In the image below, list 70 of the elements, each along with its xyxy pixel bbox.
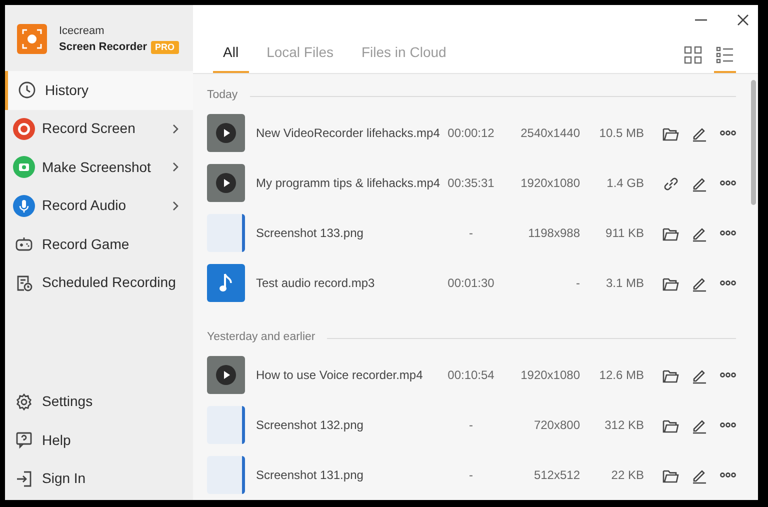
scrollbar[interactable] (751, 80, 756, 205)
sidebar-item[interactable]: Scheduled Recording (5, 264, 193, 302)
video-thumbnail[interactable] (207, 356, 245, 394)
more-icon[interactable] (720, 472, 736, 478)
resolution: - (575, 275, 580, 292)
file-name[interactable]: Screenshot 131.png (256, 466, 436, 484)
pro-badge: PRO (151, 40, 179, 54)
music-note-icon (219, 272, 233, 294)
audio-thumbnail[interactable] (207, 264, 245, 302)
file-size: 312 KB (604, 417, 644, 434)
duration: 00:01:30 (446, 275, 496, 292)
resolution: 1920x1080 (520, 367, 580, 384)
close-icon[interactable] (736, 13, 750, 27)
file-name[interactable]: How to use Voice recorder.mp4 (256, 366, 436, 384)
sidebar-item[interactable]: Record Game (5, 225, 193, 264)
sidebar-item[interactable]: Sign In (5, 460, 193, 498)
more-icon[interactable] (720, 422, 736, 428)
group-heading: Today (207, 88, 238, 104)
file-name[interactable]: Screenshot 132.png (256, 416, 436, 434)
gamepad-icon (15, 235, 33, 254)
sidebar-item[interactable]: Help (5, 421, 193, 460)
microphone-icon (13, 194, 35, 217)
more-icon[interactable] (720, 230, 736, 236)
resolution: 2540x1440 (520, 125, 580, 142)
more-icon[interactable] (720, 130, 736, 136)
screenshot-thumbnail[interactable] (207, 406, 245, 444)
play-icon (216, 123, 236, 143)
sidebar-item[interactable]: History (5, 71, 193, 110)
app-logo-icon (17, 24, 47, 54)
duration: - (468, 225, 474, 242)
video-thumbnail[interactable] (207, 164, 245, 202)
clipboard-clock-icon (15, 274, 33, 292)
duration: - (468, 417, 474, 434)
play-icon (216, 173, 236, 193)
settings-icon (15, 392, 33, 411)
grid-view-icon (684, 46, 702, 64)
resolution: 720x800 (532, 417, 580, 434)
record-icon (13, 118, 35, 140)
file-name[interactable]: Screenshot 133.png (256, 224, 436, 242)
file-size: 3.1 MB (604, 275, 644, 292)
list-view-icon (716, 46, 734, 64)
resolution: 512x512 (532, 467, 580, 484)
file-size: 12.6 MB (598, 367, 644, 384)
more-icon[interactable] (720, 180, 736, 186)
duration: 00:10:54 (446, 367, 496, 384)
app-name: Screen Recorder (59, 40, 148, 55)
video-thumbnail[interactable] (207, 114, 245, 152)
resolution: 1920x1080 (520, 175, 580, 192)
file-size: 10.5 MB (598, 125, 644, 142)
duration: - (468, 467, 474, 484)
file-size: 911 KB (604, 225, 644, 242)
file-size: 22 KB (610, 467, 644, 484)
file-size: 1.4 GB (606, 175, 644, 192)
sidebar-item[interactable]: Record Screen (5, 110, 193, 148)
app-name: Icecream (59, 24, 106, 39)
camera-icon (13, 156, 35, 178)
sign-in-icon (15, 470, 33, 488)
help-icon (15, 431, 33, 450)
more-icon[interactable] (720, 372, 736, 378)
file-name[interactable]: Test audio record.mp3 (256, 274, 436, 292)
sidebar-item[interactable]: Settings (5, 382, 193, 421)
sidebar-item[interactable]: Record Audio (5, 186, 193, 225)
screenshot-thumbnail[interactable] (207, 214, 245, 252)
screenshot-thumbnail[interactable] (207, 456, 245, 494)
group-heading: Yesterday and earlier (207, 330, 316, 346)
sidebar-item[interactable]: Make Screenshot (5, 148, 193, 186)
more-icon[interactable] (720, 280, 736, 286)
clock-icon (18, 81, 36, 100)
play-icon (216, 365, 236, 385)
resolution: 1198x988 (527, 225, 580, 242)
